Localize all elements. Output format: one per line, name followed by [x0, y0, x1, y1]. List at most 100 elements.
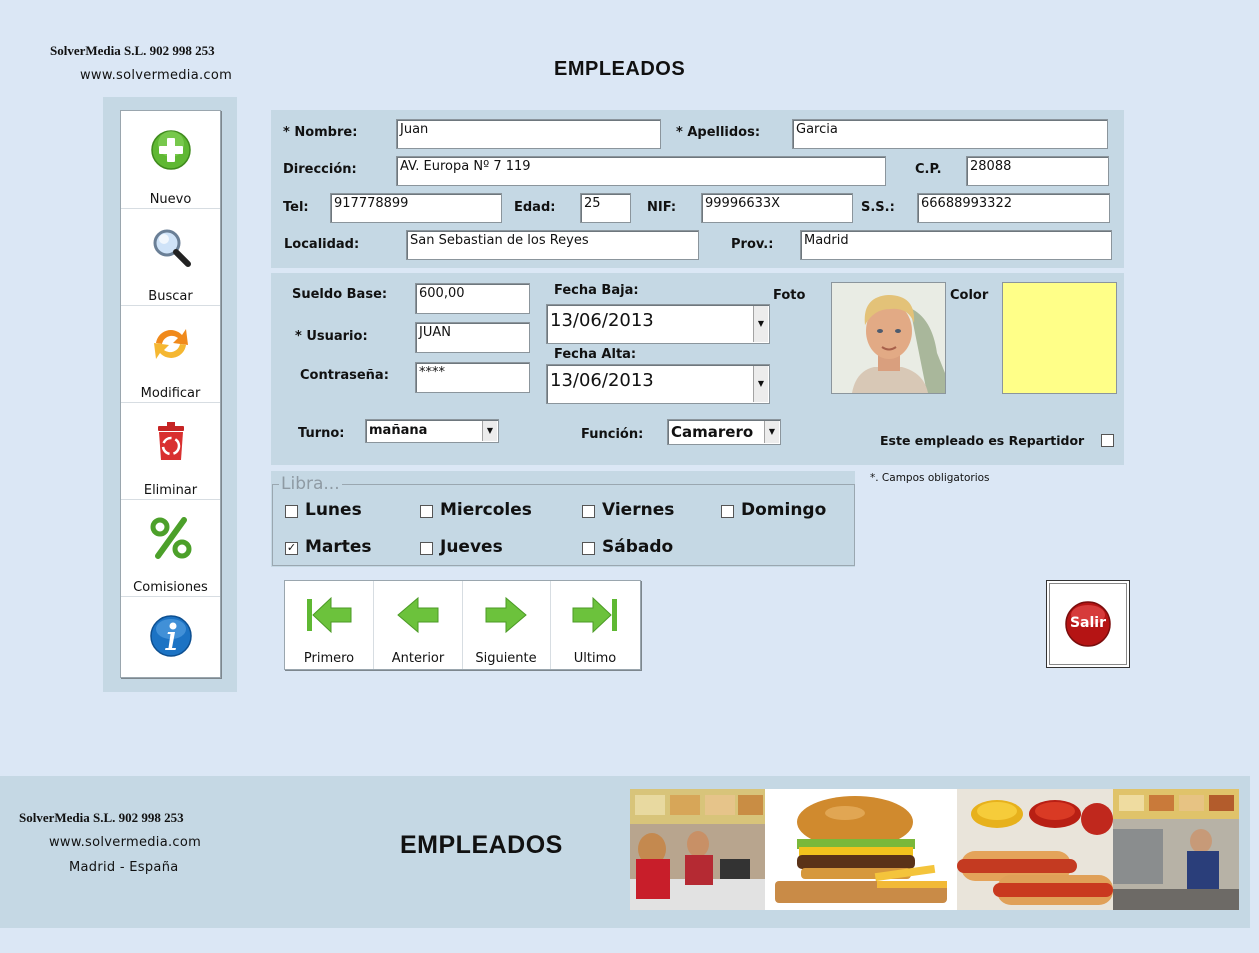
sidebar-toolbar: Nuevo Buscar Modificar Eliminar Comision… — [120, 110, 221, 678]
chevron-down-icon[interactable]: ▼ — [753, 306, 768, 342]
fecha-alta-picker[interactable]: 13/06/2013 ▼ — [546, 364, 770, 404]
color-swatch[interactable] — [1002, 282, 1117, 394]
first-arrow-icon — [307, 596, 352, 634]
left-arrow-icon — [397, 596, 439, 634]
comisiones-label: Comisiones — [133, 580, 208, 595]
plus-icon — [151, 130, 191, 170]
miercoles-checkbox[interactable] — [420, 505, 433, 518]
fecha-baja-value: 13/06/2013 — [550, 310, 654, 331]
password-field[interactable]: **** — [415, 362, 530, 393]
color-label: Color — [950, 288, 989, 303]
footer-website: www.solvermedia.com — [49, 835, 202, 850]
fecha-alta-value: 13/06/2013 — [550, 370, 654, 391]
ss-field[interactable]: 66688993322 — [917, 193, 1110, 223]
chevron-down-icon[interactable]: ▼ — [482, 421, 497, 441]
prov-field[interactable]: Madrid — [800, 230, 1112, 260]
password-label: Contraseña: — [300, 368, 389, 383]
nombre-field[interactable]: Juan — [396, 119, 661, 149]
usuario-label: * Usuario: — [295, 329, 368, 344]
cp-field[interactable]: 28088 — [966, 156, 1109, 186]
chevron-down-icon[interactable]: ▼ — [753, 366, 768, 402]
domingo-checkbox[interactable] — [721, 505, 734, 518]
viernes-checkbox[interactable] — [582, 505, 595, 518]
sabado-checkbox[interactable] — [582, 542, 595, 555]
turno-value: mañana — [369, 423, 428, 438]
jueves-label: Jueves — [440, 537, 503, 557]
company-website: www.solvermedia.com — [80, 68, 233, 83]
funcion-select[interactable]: Camarero ▼ — [667, 419, 781, 445]
chevron-down-icon[interactable]: ▼ — [764, 421, 779, 443]
viernes-label: Viernes — [602, 500, 675, 520]
percent-icon — [150, 517, 192, 559]
salir-label: Salir — [1069, 615, 1107, 631]
funcion-label: Función: — [581, 427, 644, 442]
restaurant-counter-photo — [630, 789, 765, 910]
eliminar-label: Eliminar — [143, 483, 198, 498]
hotdog-photo — [957, 789, 1113, 910]
info-icon — [150, 615, 192, 657]
turno-label: Turno: — [298, 426, 345, 441]
modificar-button[interactable]: Modificar — [121, 305, 220, 403]
nuevo-button[interactable]: Nuevo — [121, 111, 220, 209]
tel-field[interactable]: 917778899 — [330, 193, 502, 223]
refresh-arrows-icon — [154, 329, 188, 359]
anterior-button[interactable]: Anterior — [374, 581, 463, 669]
sueldo-field[interactable]: 600,00 — [415, 283, 530, 314]
apellidos-field[interactable]: Garcia — [792, 119, 1108, 149]
direccion-field[interactable]: AV. Europa Nº 7 119 — [396, 156, 886, 186]
fecha-baja-label: Fecha Baja: — [554, 283, 639, 298]
localidad-label: Localidad: — [284, 237, 360, 252]
edad-field[interactable]: 25 — [580, 193, 631, 223]
lunes-checkbox[interactable] — [285, 505, 298, 518]
ss-label: S.S.: — [861, 200, 895, 215]
libra-legend: Libra... — [279, 474, 342, 494]
record-navigation: Primero Anterior Siguiente Ultimo — [284, 580, 641, 670]
fecha-alta-label: Fecha Alta: — [554, 347, 637, 362]
company-name: SolverMedia S.L. 902 998 253 — [50, 43, 215, 58]
right-arrow-icon — [485, 596, 527, 634]
nif-field[interactable]: 99996633X — [701, 193, 853, 223]
modificar-label: Modificar — [140, 386, 201, 401]
usuario-field[interactable]: JUAN — [415, 322, 530, 353]
jueves-checkbox[interactable] — [420, 542, 433, 555]
sabado-label: Sábado — [602, 537, 674, 557]
comisiones-button[interactable]: Comisiones — [121, 499, 220, 597]
nif-label: NIF: — [647, 200, 677, 215]
fecha-baja-picker[interactable]: 13/06/2013 ▼ — [546, 304, 770, 344]
turno-select[interactable]: mañana ▼ — [365, 419, 499, 443]
footer-title: EMPLEADOS — [400, 831, 563, 859]
burger-photo — [765, 789, 957, 910]
primero-label: Primero — [303, 651, 355, 666]
footer-location: Madrid - España — [69, 860, 179, 875]
repartidor-checkbox[interactable] — [1101, 434, 1114, 447]
salir-button[interactable]: Salir — [1046, 580, 1130, 668]
info-button[interactable] — [121, 596, 220, 676]
edad-label: Edad: — [514, 200, 556, 215]
recycle-bin-icon — [158, 422, 184, 460]
photo-portrait — [832, 283, 945, 393]
magnifier-icon — [153, 229, 191, 267]
martes-checkbox[interactable]: ✓ — [285, 542, 298, 555]
cp-label: C.P. — [915, 162, 942, 177]
prov-label: Prov.: — [731, 237, 774, 252]
kitchen-staff-photo — [1113, 789, 1239, 910]
ultimo-button[interactable]: Ultimo — [551, 581, 639, 669]
eliminar-button[interactable]: Eliminar — [121, 402, 220, 500]
buscar-button[interactable]: Buscar — [121, 208, 220, 306]
apellidos-label: * Apellidos: — [676, 125, 761, 140]
tel-label: Tel: — [283, 200, 309, 215]
direccion-label: Dirección: — [283, 162, 357, 177]
domingo-label: Domingo — [741, 500, 827, 520]
miercoles-label: Miercoles — [440, 500, 532, 520]
localidad-field[interactable]: San Sebastian de los Reyes — [406, 230, 699, 260]
nuevo-label: Nuevo — [149, 192, 192, 207]
ultimo-label: Ultimo — [573, 651, 617, 666]
foto-label: Foto — [773, 288, 806, 303]
required-note: *. Campos obligatorios — [870, 472, 990, 484]
siguiente-button[interactable]: Siguiente — [462, 581, 551, 669]
footer-company: SolverMedia S.L. 902 998 253 — [19, 810, 184, 825]
buscar-label: Buscar — [148, 289, 193, 304]
lunes-label: Lunes — [305, 500, 362, 520]
primero-button[interactable]: Primero — [285, 581, 374, 669]
employee-photo[interactable] — [831, 282, 946, 394]
